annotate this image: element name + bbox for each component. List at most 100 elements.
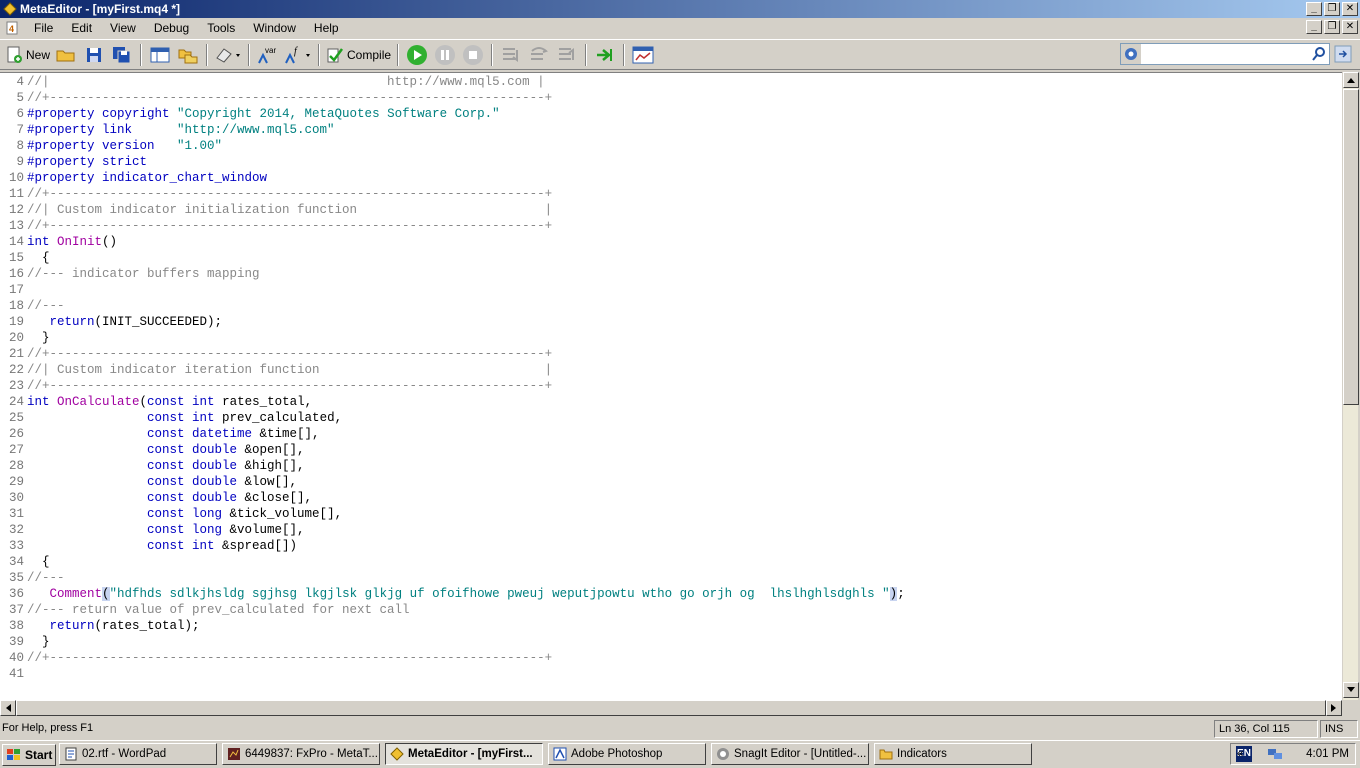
stop-debug-button[interactable] — [461, 43, 485, 67]
restore-button[interactable]: ❐ — [1324, 2, 1340, 16]
code-line[interactable]: 34 { — [0, 554, 1342, 570]
start-debug-button[interactable] — [405, 43, 429, 67]
new-button[interactable]: New — [5, 43, 50, 67]
code-line[interactable]: 39 } — [0, 634, 1342, 650]
menu-window[interactable]: Window — [244, 18, 305, 38]
code-line[interactable]: 36 Comment("hdfhds sdlkjhsldg sgjhsg lkg… — [0, 586, 1342, 602]
styler-dropdown-button[interactable] — [214, 43, 242, 67]
horizontal-scroll-thumb[interactable] — [16, 700, 1326, 716]
new-file-icon — [7, 46, 22, 63]
task-wordpad[interactable]: 02.rtf - WordPad — [59, 743, 217, 765]
code-line[interactable]: 14 int OnInit() — [0, 234, 1342, 250]
navigator-button[interactable] — [148, 43, 172, 67]
go-to-line-button[interactable] — [593, 43, 617, 67]
search-input[interactable] — [1141, 45, 1311, 63]
code-line[interactable]: 32 const long &volume[], — [0, 522, 1342, 538]
network-icon[interactable] — [1267, 747, 1283, 761]
code-line[interactable]: 25 const int prev_calculated, — [0, 410, 1342, 426]
code-line[interactable]: 6 #property copyright "Copyright 2014, Me… — [0, 106, 1342, 122]
search-icon[interactable] — [1311, 46, 1327, 62]
code-line[interactable]: 17 — [0, 282, 1342, 298]
task-metaeditor[interactable]: MetaEditor - [myFirst... — [385, 743, 543, 765]
code-text: //--- return value of prev_calculated fo… — [27, 602, 410, 618]
task-indicators[interactable]: Indicators — [874, 743, 1032, 765]
code-line[interactable]: 24 int OnCalculate(const int rates_total, — [0, 394, 1342, 410]
code-line[interactable]: 21//+-----------------------------------… — [0, 346, 1342, 362]
code-line[interactable]: 9 #property strict — [0, 154, 1342, 170]
code-line[interactable]: 8 #property version "1.00" — [0, 138, 1342, 154]
code-line[interactable]: 4//| http://www.mql5.com | — [0, 74, 1342, 90]
compile-button[interactable]: Compile — [326, 43, 391, 67]
code-line[interactable]: 29 const double &low[], — [0, 474, 1342, 490]
scroll-left-button[interactable] — [0, 700, 16, 716]
menu-edit[interactable]: Edit — [62, 18, 101, 38]
document-minimize-button[interactable]: _ — [1306, 20, 1322, 34]
step-over-button[interactable] — [527, 43, 551, 67]
code-line[interactable]: 5//+------------------------------------… — [0, 90, 1342, 106]
search-go-button[interactable] — [1334, 45, 1352, 63]
code-line[interactable]: 38 return(rates_total); — [0, 618, 1342, 634]
code-line[interactable]: 26 const datetime &time[], — [0, 426, 1342, 442]
compile-icon — [327, 47, 344, 62]
task-metatrader[interactable]: 6449837: FxPro - MetaT... — [222, 743, 380, 765]
code-line[interactable]: 12//| Custom indicator initialization fu… — [0, 202, 1342, 218]
code-line[interactable]: 40//+-----------------------------------… — [0, 650, 1342, 666]
start-label: Start — [25, 747, 53, 762]
insert-variable-button[interactable]: var — [256, 43, 280, 67]
code-line[interactable]: 33 const int &spread[]) — [0, 538, 1342, 554]
task-label: 02.rtf - WordPad — [82, 748, 167, 760]
code-line[interactable]: 20 } — [0, 330, 1342, 346]
menu-view[interactable]: View — [101, 18, 145, 38]
step-out-button[interactable] — [555, 43, 579, 67]
terminal-button[interactable] — [631, 43, 655, 67]
code-line[interactable]: 22//| Custom indicator iteration functio… — [0, 362, 1342, 378]
photoshop-icon — [553, 747, 567, 761]
open-button[interactable] — [54, 43, 78, 67]
step-into-button[interactable] — [499, 43, 523, 67]
scroll-down-button[interactable] — [1343, 682, 1359, 698]
vertical-scrollbar[interactable] — [1342, 72, 1359, 700]
code-line[interactable]: 11//+-----------------------------------… — [0, 186, 1342, 202]
code-line[interactable]: 23//+-----------------------------------… — [0, 378, 1342, 394]
horizontal-scrollbar[interactable] — [0, 700, 1342, 716]
code-line[interactable]: 41 — [0, 666, 1342, 682]
document-restore-button[interactable]: ❐ — [1324, 20, 1340, 34]
code-line[interactable]: 10 #property indicator_chart_window — [0, 170, 1342, 186]
minimize-button[interactable]: _ — [1306, 2, 1322, 16]
scroll-right-button[interactable] — [1326, 700, 1342, 716]
code-line[interactable]: 19 return(INIT_SUCCEEDED); — [0, 314, 1342, 330]
menu-tools[interactable]: Tools — [198, 18, 244, 38]
menu-file[interactable]: File — [25, 18, 62, 38]
insert-function-button[interactable]: f — [284, 43, 312, 67]
code-token: //| http://www.mql5.com | — [27, 75, 545, 89]
code-line[interactable]: 37//--- return value of prev_calculated … — [0, 602, 1342, 618]
svg-text:4: 4 — [9, 24, 14, 34]
save-all-button[interactable] — [110, 43, 134, 67]
code-line[interactable]: 28 const double &high[], — [0, 458, 1342, 474]
task-snagit[interactable]: SnagIt Editor - [Untitled-... — [711, 743, 869, 765]
code-line[interactable]: 30 const double &close[], — [0, 490, 1342, 506]
code-line[interactable]: 18//--- — [0, 298, 1342, 314]
toolbox-button[interactable] — [176, 43, 200, 67]
code-editor[interactable]: 4//| http://www.mql5.com | 5//+----------… — [0, 72, 1342, 700]
search-settings-button[interactable] — [1121, 44, 1141, 64]
code-line[interactable]: 31 const long &tick_volume[], — [0, 506, 1342, 522]
pause-debug-button[interactable] — [433, 43, 457, 67]
vertical-scroll-thumb[interactable] — [1343, 89, 1359, 405]
start-button[interactable]: Start — [2, 743, 56, 766]
code-line[interactable]: 15 { — [0, 250, 1342, 266]
close-button[interactable]: ✕ — [1342, 2, 1358, 16]
menu-debug[interactable]: Debug — [145, 18, 198, 38]
tray-expand-chevron-icon[interactable]: « — [1237, 748, 1243, 760]
code-line[interactable]: 13//+-----------------------------------… — [0, 218, 1342, 234]
menu-help[interactable]: Help — [305, 18, 348, 38]
code-line[interactable]: 16//--- indicator buffers mapping — [0, 266, 1342, 282]
save-button[interactable] — [82, 43, 106, 67]
document-icon[interactable]: 4 — [5, 21, 19, 35]
document-close-button[interactable]: ✕ — [1342, 20, 1358, 34]
code-line[interactable]: 35//--- — [0, 570, 1342, 586]
code-line[interactable]: 27 const double &open[], — [0, 442, 1342, 458]
code-line[interactable]: 7 #property link "http://www.mql5.com" — [0, 122, 1342, 138]
scroll-up-button[interactable] — [1343, 72, 1359, 88]
task-photoshop[interactable]: Adobe Photoshop — [548, 743, 706, 765]
